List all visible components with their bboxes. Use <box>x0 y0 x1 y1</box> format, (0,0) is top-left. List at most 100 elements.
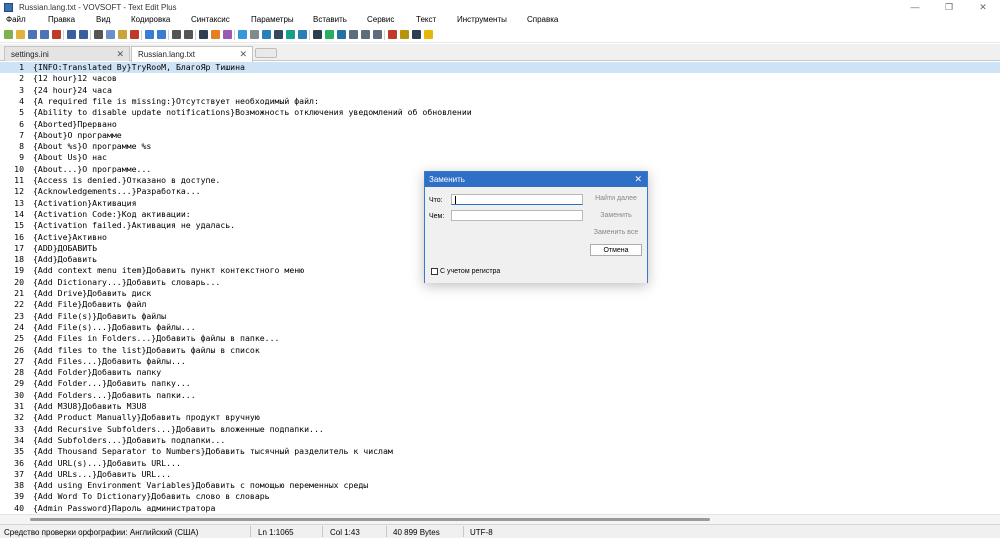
calendar-icon[interactable] <box>388 30 397 39</box>
editor-line[interactable]: 38 {Add using Environment Variables}Добав… <box>0 480 1000 491</box>
save-all-icon[interactable] <box>40 30 49 39</box>
editor-line[interactable]: 2 {12 hour}12 часов <box>0 73 1000 84</box>
cancel-button[interactable]: Отмена <box>590 244 642 256</box>
editor-line[interactable]: 36 {Add URL(s)...}Добавить URL... <box>0 458 1000 469</box>
line-text[interactable]: {Add}Добавить <box>33 254 97 265</box>
editor-line[interactable]: 25 {Add Files in Folders...}Добавить файл… <box>0 333 1000 344</box>
text-editor[interactable]: 1 {INFO:Translated By}TryRooM, БлагоЯр Ти… <box>0 62 1000 514</box>
line-text[interactable]: {Add Files in Folders...}Добавить файлы … <box>33 333 279 344</box>
line-text[interactable]: {Add context menu item}Добавить пункт ко… <box>33 265 304 276</box>
editor-line[interactable]: 22 {Add File}Добавить файл <box>0 299 1000 310</box>
copy-icon[interactable] <box>106 30 115 39</box>
menu-insert[interactable]: Вставить <box>313 15 347 24</box>
editor-line[interactable]: 28 {Add Folder}Добавить папку <box>0 367 1000 378</box>
new-tab-button[interactable] <box>255 48 277 58</box>
new-file-icon[interactable] <box>4 30 13 39</box>
find-next-button[interactable]: Найти далее <box>590 193 642 205</box>
delete-icon[interactable] <box>130 30 139 39</box>
cut-icon[interactable] <box>94 30 103 39</box>
editor-line[interactable]: 26 {Add files to the list}Добавить файлы … <box>0 345 1000 356</box>
editor-line[interactable]: 24 {Add File(s)...}Добавить файлы... <box>0 322 1000 333</box>
menu-file[interactable]: Файл <box>6 15 26 24</box>
line-text[interactable]: {Aborted}Прервано <box>33 119 117 130</box>
line-text[interactable]: {24 hour}24 часа <box>33 85 112 96</box>
menu-options[interactable]: Параметры <box>251 15 294 24</box>
editor-line[interactable]: 21 {Add Drive}Добавить диск <box>0 288 1000 299</box>
encoding-status[interactable]: UTF-8 <box>470 528 493 537</box>
paste-icon[interactable] <box>118 30 127 39</box>
line-text[interactable]: {Add Thousand Separator to Numbers}Добав… <box>33 446 393 457</box>
indent-icon[interactable] <box>349 30 358 39</box>
close-icon[interactable]: ✕ <box>116 49 124 60</box>
line-text[interactable]: {Activation Code:}Код активации: <box>33 209 191 220</box>
font-icon[interactable] <box>199 30 208 39</box>
save-icon[interactable] <box>28 30 37 39</box>
line-text[interactable]: {Activation failed.}Активация не удалась… <box>33 220 235 231</box>
editor-line[interactable]: 39 {Add Word To Dictionary}Добавить слово… <box>0 491 1000 502</box>
sort-icon[interactable] <box>361 30 370 39</box>
editor-line[interactable]: 3 {24 hour}24 часа <box>0 85 1000 96</box>
line-text[interactable]: {Active}Активно <box>33 232 107 243</box>
arrow-right-icon[interactable] <box>313 30 322 39</box>
editor-line[interactable]: 35 {Add Thousand Separator to Numbers}Доб… <box>0 446 1000 457</box>
line-text[interactable]: {Add Folders...}Добавить папки... <box>33 390 196 401</box>
replace-all-button[interactable]: Заменить все <box>590 227 642 239</box>
table-icon[interactable] <box>274 30 283 39</box>
menu-text[interactable]: Текст <box>416 15 436 24</box>
line-text[interactable]: {About %s}О программе %s <box>33 141 151 152</box>
line-text[interactable]: {About...}О программе... <box>33 164 151 175</box>
list-icon[interactable] <box>250 30 259 39</box>
editor-line[interactable]: 7 {About}О программе <box>0 130 1000 141</box>
menu-edit[interactable]: Правка <box>48 15 75 24</box>
dialog-title-bar[interactable]: Заменить ✕ <box>425 172 647 187</box>
horizontal-scrollbar[interactable] <box>0 514 1000 524</box>
move-down-icon[interactable] <box>337 30 346 39</box>
close-file-icon[interactable] <box>52 30 61 39</box>
line-text[interactable]: {Add URL(s)...}Добавить URL... <box>33 458 181 469</box>
editor-line[interactable]: 4 {A required file is missing:}Отсутствуе… <box>0 96 1000 107</box>
link-icon[interactable] <box>298 30 307 39</box>
menu-help[interactable]: Справка <box>527 15 558 24</box>
checkbox-box[interactable] <box>431 268 438 275</box>
editor-line[interactable]: 5 {Ability to disable update notification… <box>0 107 1000 118</box>
editor-line[interactable]: 6 {Aborted}Прервано <box>0 119 1000 130</box>
replace-input[interactable] <box>451 210 583 221</box>
line-text[interactable]: {12 hour}12 часов <box>33 73 117 84</box>
editor-line[interactable]: 1 {INFO:Translated By}TryRooM, БлагоЯр Ти… <box>0 62 1000 74</box>
tab-russian-lang-txt[interactable]: Russian.lang.txt ✕ <box>131 46 253 62</box>
editor-line[interactable]: 27 {Add Files...}Добавить файлы... <box>0 356 1000 367</box>
line-text[interactable]: {Access is denied.}Отказано в доступе. <box>33 175 220 186</box>
lock-icon[interactable] <box>400 30 409 39</box>
line-text[interactable]: {Add Word To Dictionary}Добавить слово в… <box>33 491 270 502</box>
filter-icon[interactable] <box>238 30 247 39</box>
line-text[interactable]: {Add Files...}Добавить файлы... <box>33 356 186 367</box>
menu-view[interactable]: Вид <box>96 15 110 24</box>
line-text[interactable]: {Add using Environment Variables}Добавит… <box>33 480 368 491</box>
editor-line[interactable]: 32 {Add Product Manually}Добавить продукт… <box>0 412 1000 423</box>
line-text[interactable]: {Admin Password}Пароль администратора <box>33 503 215 514</box>
line-text[interactable]: {A required file is missing:}Отсутствует… <box>33 96 319 107</box>
color-icon[interactable] <box>211 30 220 39</box>
wrap-icon[interactable] <box>373 30 382 39</box>
tab-settings-ini[interactable]: settings.ini ✕ <box>4 46 130 61</box>
minimize-button[interactable]: — <box>898 0 932 14</box>
print-preview-icon[interactable] <box>184 30 193 39</box>
line-text[interactable]: {Activation}Активация <box>33 198 137 209</box>
line-text[interactable]: {Add Drive}Добавить диск <box>33 288 151 299</box>
close-window-button[interactable]: ✕ <box>966 0 1000 14</box>
menu-encoding[interactable]: Кодировка <box>131 15 170 24</box>
line-text[interactable]: {Add Product Manually}Добавить продукт в… <box>33 412 260 423</box>
undo-icon[interactable] <box>67 30 76 39</box>
match-case-checkbox[interactable]: С учетом регистра <box>431 268 500 275</box>
line-text[interactable]: {ADD}ДОБАВИТЬ <box>33 243 97 254</box>
replace-icon[interactable] <box>157 30 166 39</box>
find-icon[interactable] <box>145 30 154 39</box>
scrollbar-thumb[interactable] <box>30 518 710 521</box>
image-icon[interactable] <box>286 30 295 39</box>
line-text[interactable]: {Add M3U8}Добавить M3U8 <box>33 401 146 412</box>
menu-syntax[interactable]: Синтаксис <box>191 15 230 24</box>
line-text[interactable]: {Add Recursive Subfolders...}Добавить вл… <box>33 424 324 435</box>
line-text[interactable]: {Add Dictionary...}Добавить словарь... <box>33 277 220 288</box>
text-icon[interactable] <box>412 30 421 39</box>
editor-line[interactable]: 29 {Add Folder...}Добавить папку... <box>0 378 1000 389</box>
